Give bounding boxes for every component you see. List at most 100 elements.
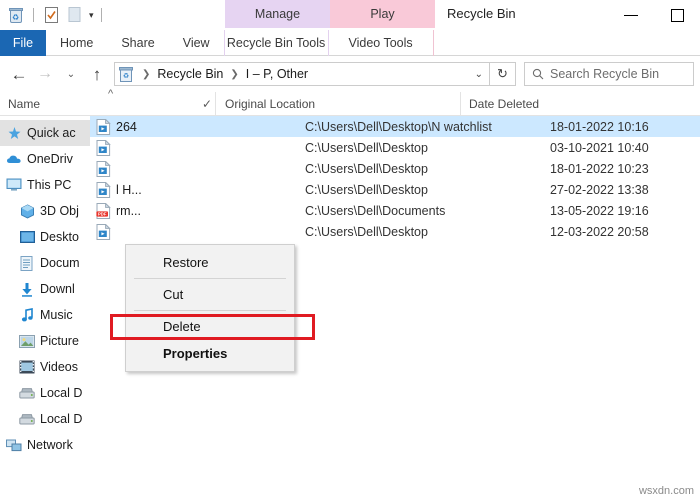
refresh-button[interactable]: ↻ [490, 62, 516, 86]
window-title: Recycle Bin [447, 6, 516, 21]
file-row[interactable]: C:\Users\Dell\Desktop 12-03-2022 20:58 [90, 221, 700, 242]
sidebar-item-downl[interactable]: Downl [0, 276, 90, 302]
tab-view[interactable]: View [169, 30, 224, 56]
delete-highlight-annotation [110, 314, 315, 340]
sidebar-item-deskto[interactable]: Deskto [0, 224, 90, 250]
search-box[interactable]: Search Recycle Bin [524, 62, 694, 86]
cloud-icon [6, 151, 22, 167]
breadcrumb-separator-1: ❯ [142, 68, 151, 80]
menu-item-cut[interactable]: Cut [126, 281, 294, 308]
menu-separator-1 [134, 278, 286, 279]
column-header-name[interactable]: Name ^ [0, 88, 215, 116]
chevron-down-icon: ⌄ [66, 68, 76, 80]
sidebar-item-picture[interactable]: Picture [0, 328, 90, 354]
explorer-body: Quick ac OneDriv This PC 3D Obj Deskto Docum D… [0, 116, 700, 501]
tab-home[interactable]: Home [46, 30, 107, 56]
tab-recycle-bin-tools[interactable]: Recycle Bin Tools [223, 30, 329, 56]
column-header-row: Name ^ ✓ Original Location Date Deleted [0, 88, 700, 116]
minimize-button[interactable] [608, 0, 654, 30]
file-row[interactable]: l H... C:\Users\Dell\Desktop 27-02-2022 13… [90, 179, 700, 200]
svg-text:PDF: PDF [98, 211, 107, 216]
search-icon [532, 68, 544, 80]
refresh-icon: ↻ [497, 66, 508, 81]
monitor-icon [6, 177, 22, 193]
column-header-date-deleted[interactable]: Date Deleted [460, 91, 610, 116]
videos-icon [19, 359, 35, 375]
file-row[interactable]: 264 C:\Users\Dell\Desktop\N watchlist 18-0… [90, 116, 700, 137]
file-original-location: C:\Users\Dell\Desktop [305, 140, 428, 155]
breadcrumb-dropdown-icon[interactable]: ⌄ [475, 69, 483, 80]
quick-access-toolbar: ♻ ▾ [0, 0, 105, 30]
file-date-deleted: 12-03-2022 20:58 [550, 224, 649, 239]
context-menu: Restore Cut Delete Properties [125, 244, 295, 372]
sidebar-item-videos[interactable]: Videos [0, 354, 90, 380]
file-original-location: C:\Users\Dell\Desktop\N watchlist [305, 119, 492, 134]
video-file-icon [90, 139, 116, 156]
sidebar-item-docum[interactable]: Docum [0, 250, 90, 276]
empty-recycle-bin-icon[interactable] [65, 5, 85, 25]
breadcrumb-separator-2[interactable]: ❯ [225, 69, 243, 80]
breadcrumb-item-folder[interactable]: I – P, Other [244, 67, 310, 81]
file-name: rm... [116, 203, 141, 218]
network-icon [6, 437, 22, 453]
music-icon [19, 307, 35, 323]
sidebar-item-label: Deskto [40, 230, 79, 244]
sidebar-item-label: Local D [40, 386, 83, 400]
file-name: 264 [116, 119, 137, 134]
desktop-icon [19, 229, 35, 245]
svg-text:♻: ♻ [123, 73, 129, 80]
back-button[interactable]: ← [6, 61, 32, 87]
column-header-original-location[interactable]: ✓ Original Location [202, 91, 460, 116]
sidebar-item-label: Picture [40, 334, 79, 348]
sidebar-item-label: Quick ac [27, 126, 76, 140]
sidebar-item-onedriv[interactable]: OneDriv [0, 146, 90, 172]
tab-file[interactable]: File [0, 30, 46, 56]
pin-icon [6, 125, 22, 141]
file-original-location: C:\Users\Dell\Desktop [305, 182, 428, 197]
menu-item-properties[interactable]: Properties [126, 340, 294, 367]
forward-button[interactable]: → [32, 61, 58, 87]
recent-locations-button[interactable]: ⌄ [58, 61, 84, 87]
sidebar-item-local-d[interactable]: Local D [0, 380, 90, 406]
sidebar-item-this-pc[interactable]: This PC [0, 172, 90, 198]
sidebar-item-3d-obj[interactable]: 3D Obj [0, 198, 90, 224]
file-row[interactable]: PDF rm... C:\Users\Dell\Documents 13-05-202… [90, 200, 700, 221]
window-controls [608, 0, 700, 30]
maximize-button[interactable] [654, 0, 700, 30]
column-header-date-label: Date Deleted [469, 96, 540, 111]
file-date-deleted: 13-05-2022 19:16 [550, 203, 649, 218]
customize-toolbar-caret-icon[interactable]: ▾ [89, 10, 94, 20]
menu-item-restore[interactable]: Restore [126, 249, 294, 276]
pdf-file-icon: PDF [90, 202, 116, 219]
check-icon: ✓ [202, 96, 213, 111]
navigation-pane: Quick ac OneDriv This PC 3D Obj Deskto Docum D… [0, 116, 90, 501]
search-input[interactable]: Search Recycle Bin [550, 67, 659, 81]
file-date-deleted: 18-01-2022 10:23 [550, 161, 649, 176]
properties-icon[interactable] [41, 5, 61, 25]
tab-share[interactable]: Share [107, 30, 168, 56]
sidebar-item-local-d[interactable]: Local D [0, 406, 90, 432]
up-button[interactable]: ↑ [84, 61, 110, 87]
up-arrow-icon: ↑ [92, 64, 102, 84]
file-original-location: C:\Users\Dell\Desktop [305, 224, 428, 239]
sidebar-item-quick-ac[interactable]: Quick ac [0, 120, 90, 146]
sidebar-item-label: This PC [27, 178, 72, 192]
menu-separator-2 [134, 310, 286, 311]
sidebar-item-label: Videos [40, 360, 78, 374]
breadcrumb[interactable]: ♻ ❯ Recycle Bin ❯ I – P, Other ⌄ [114, 62, 490, 86]
file-date-deleted: 03-10-2021 10:40 [550, 140, 649, 155]
file-date-deleted: 27-02-2022 13:38 [550, 182, 649, 197]
sidebar-item-label: Downl [40, 282, 75, 296]
toolbar-divider-2 [100, 8, 102, 22]
breadcrumb-item-recycle-bin[interactable]: Recycle Bin [155, 67, 225, 81]
file-row[interactable]: C:\Users\Dell\Desktop 03-10-2021 10:40 [90, 137, 700, 158]
tab-video-tools[interactable]: Video Tools [329, 30, 434, 56]
recycle-bin-icon[interactable]: ♻ [6, 5, 26, 25]
sidebar-item-music[interactable]: Music [0, 302, 90, 328]
back-arrow-icon: ← [10, 64, 28, 84]
toolbar-divider [33, 8, 34, 22]
video-file-icon [90, 118, 116, 135]
file-row[interactable]: C:\Users\Dell\Desktop 18-01-2022 10:23 [90, 158, 700, 179]
sidebar-item-label: Network [27, 438, 73, 452]
sidebar-item-network[interactable]: Network [0, 432, 90, 458]
